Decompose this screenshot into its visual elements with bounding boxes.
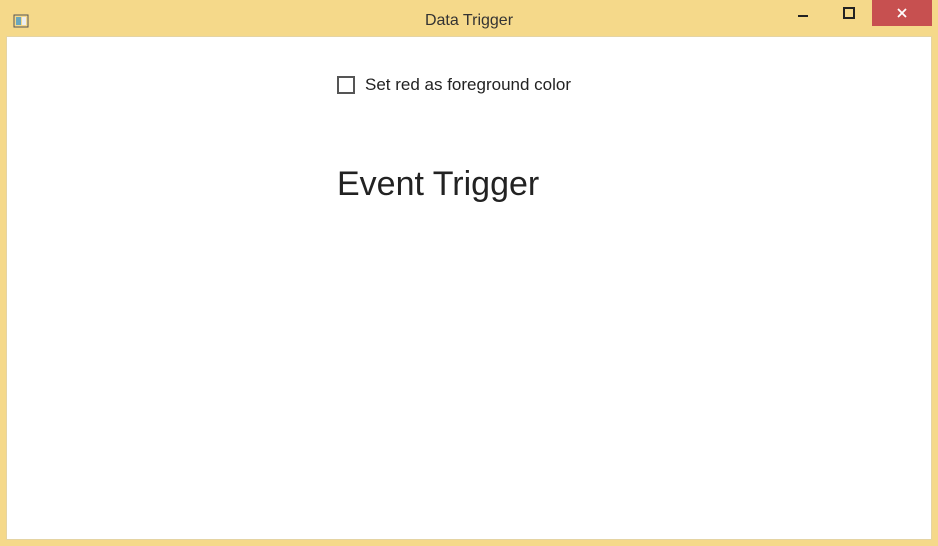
checkbox-label[interactable]: Set red as foreground color — [365, 75, 571, 95]
heading-text: Event Trigger — [337, 165, 931, 204]
checkbox-box[interactable] — [337, 76, 355, 94]
close-button[interactable] — [872, 0, 932, 26]
window-title: Data Trigger — [425, 12, 513, 30]
app-icon — [12, 12, 30, 30]
client-area: Set red as foreground color Event Trigge… — [6, 36, 932, 540]
maximize-icon — [843, 7, 855, 19]
minimize-icon — [797, 7, 809, 19]
maximize-button[interactable] — [826, 0, 872, 26]
titlebar[interactable]: Data Trigger — [6, 6, 932, 36]
window-chrome: Data Trigger S — [0, 0, 938, 546]
foreground-color-checkbox[interactable]: Set red as foreground color — [337, 75, 931, 95]
close-icon — [896, 7, 908, 19]
minimize-button[interactable] — [780, 0, 826, 26]
content-panel: Set red as foreground color Event Trigge… — [337, 75, 931, 204]
window-controls — [780, 0, 932, 28]
